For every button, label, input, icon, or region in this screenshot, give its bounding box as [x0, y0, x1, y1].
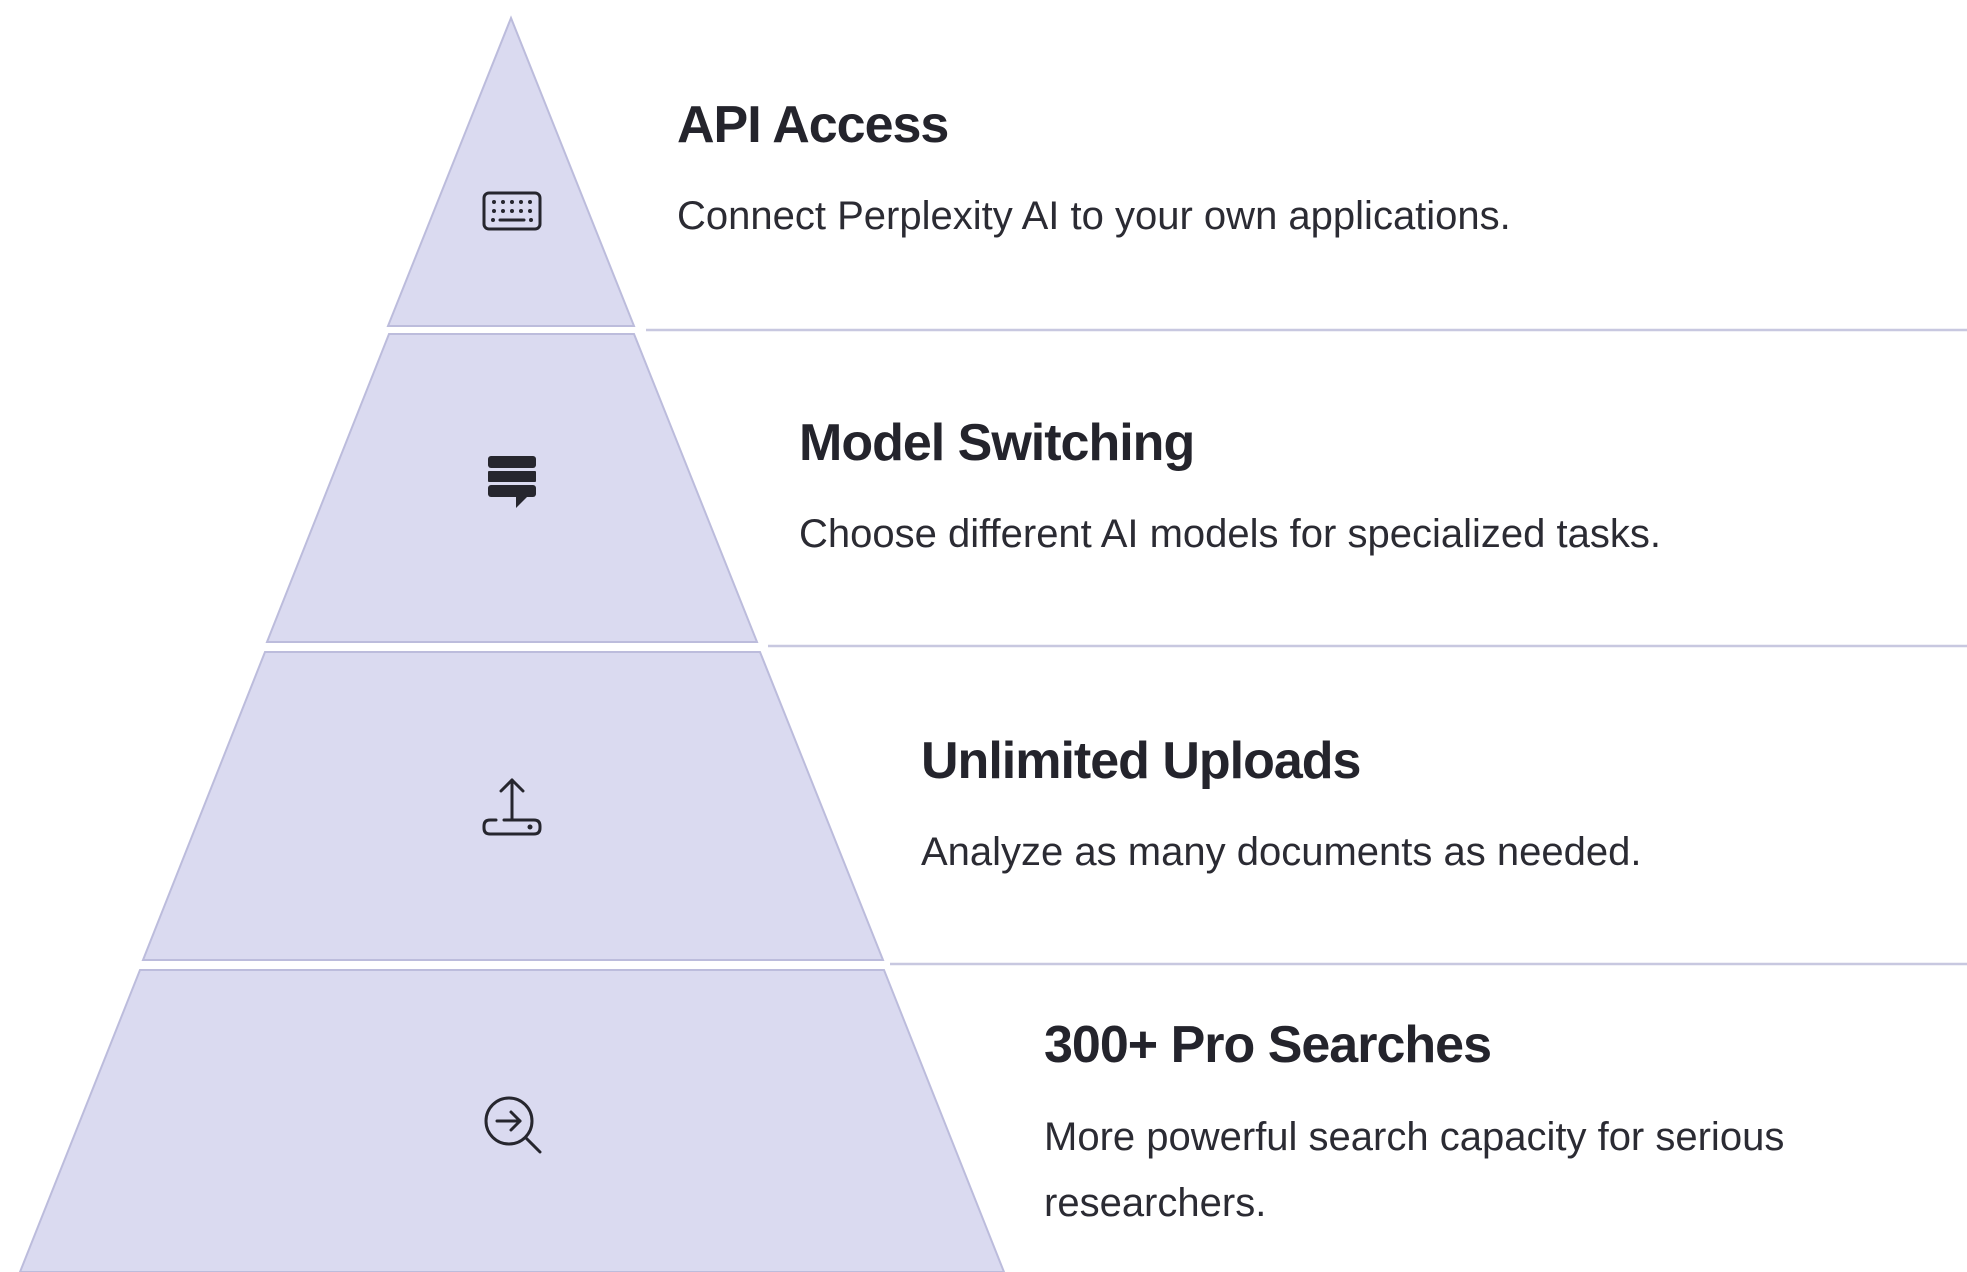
tier-title: 300+ Pro Searches: [1044, 1016, 1491, 1074]
tier-title: Unlimited Uploads: [921, 732, 1360, 790]
tier-pro-searches: 300+ Pro Searches More powerful search c…: [18, 969, 1784, 1272]
pyramid-diagram: API Access Connect Perplexity AI to your…: [18, 15, 1967, 1272]
tier-unlimited-uploads: Unlimited Uploads Analyze as many docume…: [141, 651, 1967, 966]
tier-description: researchers.: [1044, 1181, 1266, 1225]
tier-api-access: API Access Connect Perplexity AI to your…: [386, 15, 1967, 332]
tier-title: API Access: [677, 96, 948, 154]
tier-description: More powerful search capacity for seriou…: [1044, 1115, 1784, 1159]
tier-description: Connect Perplexity AI to your own applic…: [677, 194, 1511, 238]
tier-description: Analyze as many documents as needed.: [921, 830, 1641, 874]
tier-model-switching: Model Switching Choose different AI mode…: [265, 333, 1967, 648]
tier-title: Model Switching: [799, 414, 1194, 472]
tier-description: Choose different AI models for specializ…: [799, 512, 1661, 556]
tier-shape: [386, 15, 636, 327]
